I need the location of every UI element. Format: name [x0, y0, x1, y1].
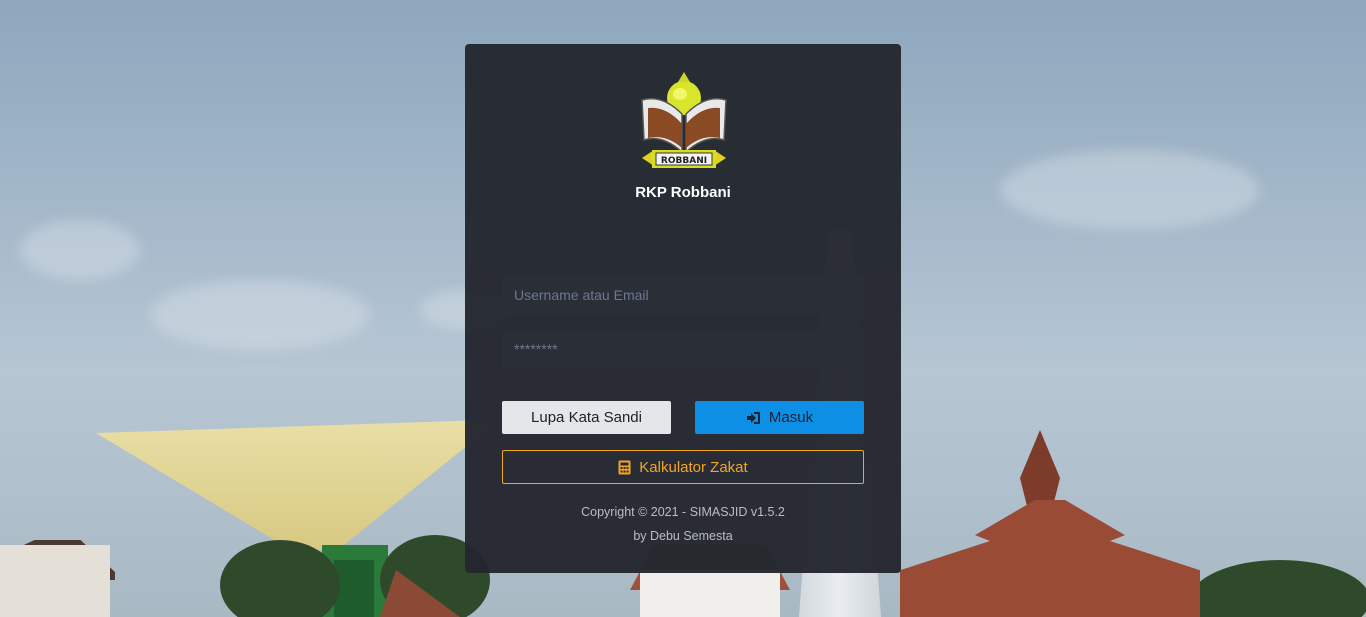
copyright-text: Copyright © 2021 - SIMASJID v1.5.2 — [581, 505, 785, 519]
forgot-password-label: Lupa Kata Sandi — [531, 409, 642, 426]
author-credit: by Debu Semesta — [633, 529, 733, 543]
sign-in-icon — [746, 411, 761, 425]
zakat-calculator-label: Kalkulator Zakat — [639, 458, 748, 476]
login-card: ROBBANI RKP Robbani Lupa Kata Sandi Masu… — [465, 44, 901, 573]
username-input[interactable] — [502, 276, 864, 314]
login-button[interactable]: Masuk — [695, 401, 864, 434]
zakat-calculator-button[interactable]: Kalkulator Zakat — [502, 450, 864, 484]
svg-text:ROBBANI: ROBBANI — [661, 156, 707, 166]
calculator-icon — [618, 460, 631, 475]
robbani-logo: ROBBANI — [636, 70, 732, 176]
password-field[interactable] — [502, 330, 864, 368]
brand-name: RKP Robbani — [635, 184, 731, 201]
forgot-password-button[interactable]: Lupa Kata Sandi — [502, 401, 671, 434]
login-label: Masuk — [768, 409, 814, 426]
